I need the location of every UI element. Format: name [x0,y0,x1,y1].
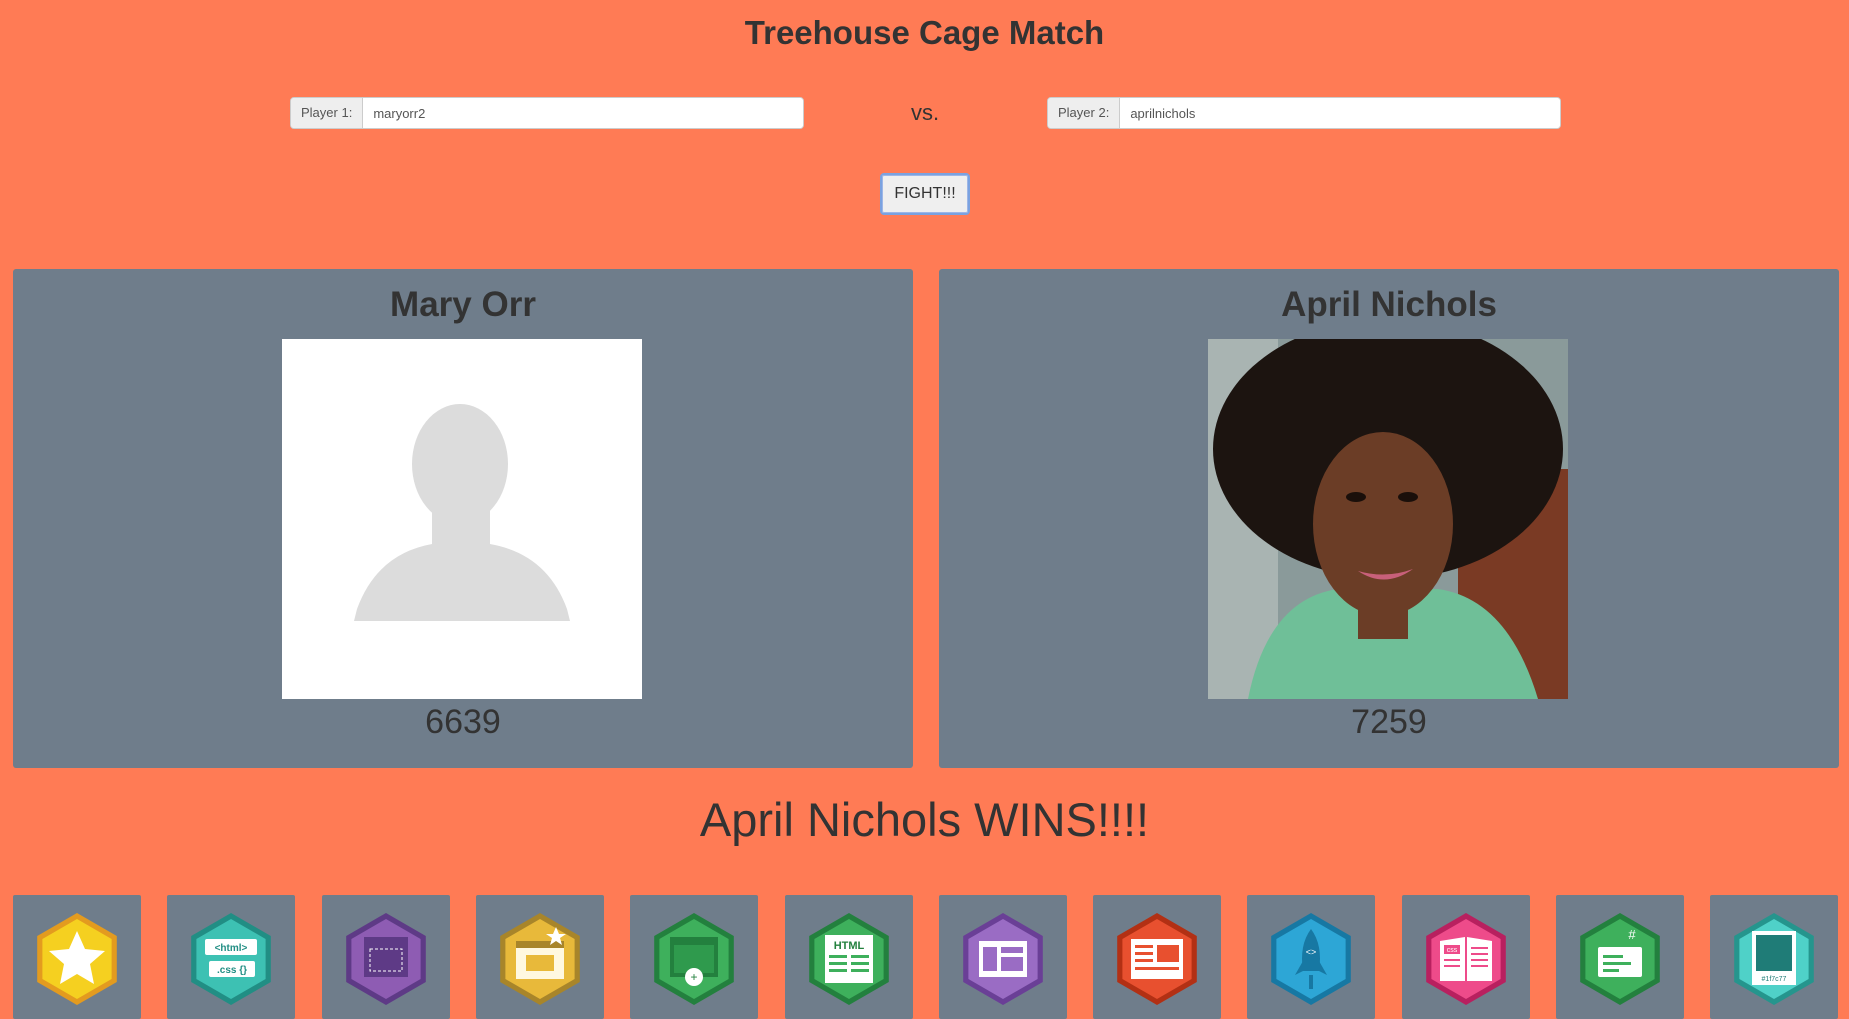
badge-item: <> [1247,895,1376,1019]
star-badge-icon [37,913,117,1005]
player2-label: Player 2: [1048,98,1121,128]
template-badge-icon [962,913,1043,1005]
page-title: Treehouse Cage Match [744,14,1105,51]
badge-item: HTML [784,895,913,1019]
player1-card: Mary Orr 6639 [13,269,913,768]
svg-text:HTML: HTML [833,940,864,952]
badge-list: <html> .css {} + HTML <> css # #1f7c77 [0,895,1849,1019]
html-css-badge-icon: <html> .css {} [191,913,272,1005]
css-book-badge-icon: css [1425,913,1506,1005]
svg-text:#1f7c77: #1f7c77 [1762,976,1787,983]
badge-item [938,895,1067,1019]
newspaper-badge-icon [1117,913,1197,1005]
badge-item [321,895,450,1019]
badge-item: <html> .css {} [167,895,296,1019]
badge-item: #1f7c77 [1710,895,1839,1019]
badge-item [13,895,141,1019]
player1-input[interactable] [363,98,803,128]
badge-item: # [1556,895,1684,1019]
html-book-badge-icon: HTML [808,913,889,1005]
player1-name: Mary Orr [390,285,536,324]
badge-item: css [1401,895,1530,1019]
svg-text:#: # [1628,927,1636,942]
layout-badge-icon [345,913,426,1005]
image-window-badge-icon [500,913,580,1005]
player2-card: April Nichols 7259 [939,269,1839,768]
person-silhouette-icon [354,404,570,621]
svg-text:css: css [1446,947,1457,954]
player2-points: 7259 [1351,703,1427,741]
vs-label: vs. [910,100,940,125]
badge-item [475,895,604,1019]
svg-text:.css {}: .css {} [217,965,247,976]
svg-text:+: + [691,970,698,984]
badge-item: + [630,895,759,1019]
color-swatch-badge-icon: #1f7c77 [1734,913,1815,1005]
default-avatar-image [282,339,642,699]
player1-points: 6639 [425,703,501,741]
profile-photo-image [1208,339,1568,699]
player2-input-group: Player 2: [1047,97,1561,129]
id-card-badge-icon: # [1580,913,1660,1005]
add-window-badge-icon: + [654,913,734,1005]
player2-input[interactable] [1120,98,1560,128]
profile-photo-icon [1208,339,1568,699]
fight-button[interactable]: FIGHT!!! [880,173,970,215]
svg-text:<html>: <html> [215,943,248,954]
player1-label: Player 1: [291,98,364,128]
svg-text:<>: <> [1306,947,1317,957]
badge-item [1093,895,1222,1019]
player2-name: April Nichols [1281,285,1497,324]
rocket-badge-icon: <> [1271,913,1352,1005]
winner-announcement: April Nichols WINS!!!! [699,793,1150,846]
player1-input-group: Player 1: [290,97,804,129]
